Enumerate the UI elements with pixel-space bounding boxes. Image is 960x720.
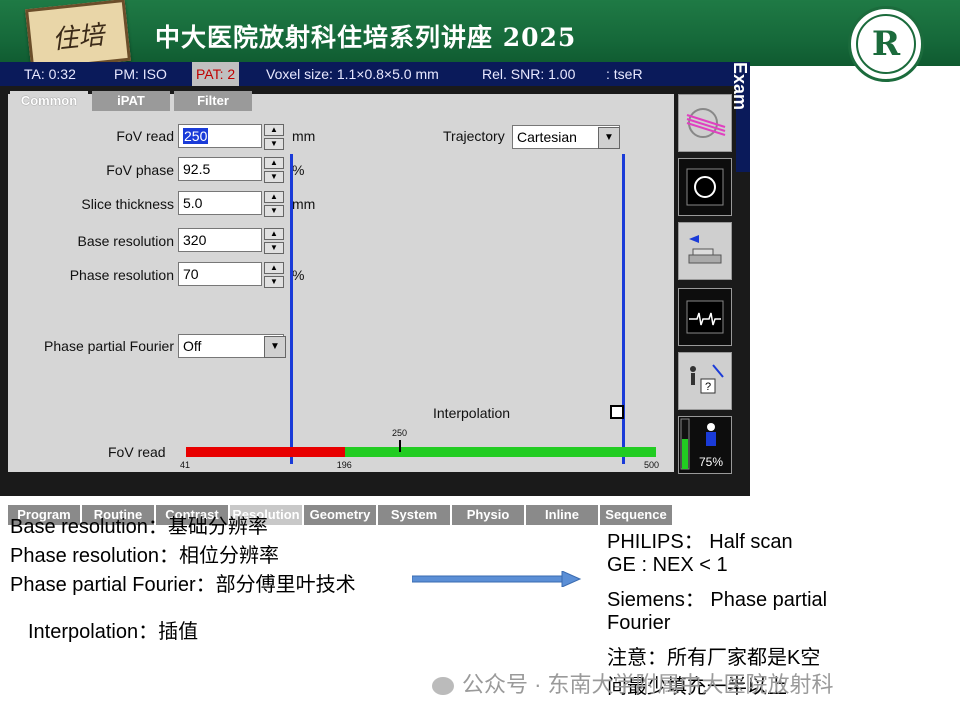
- slider-allowed-range[interactable]: [344, 447, 656, 457]
- base-resolution-label: Base resolution: [77, 233, 174, 249]
- fov-phase-label: FoV phase: [106, 162, 174, 178]
- chevron-down-icon[interactable]: ▼: [598, 127, 620, 149]
- logo-letter: R: [871, 24, 901, 64]
- fov-read-spinner[interactable]: ▲ ▼: [264, 124, 284, 150]
- note-siemens: Siemens： Phase partial: [607, 589, 828, 611]
- base-resolution-spinner[interactable]: ▲ ▼: [264, 228, 284, 254]
- patient-help-icon[interactable]: ?: [678, 352, 732, 410]
- wechat-icon: [432, 677, 454, 696]
- status-snr: Rel. SNR: 1.00: [482, 66, 576, 82]
- head-monitor-icon[interactable]: [678, 158, 732, 216]
- slider-current-value: 250: [392, 428, 408, 438]
- slice-thickness-spinner[interactable]: ▲ ▼: [264, 191, 284, 217]
- base-resolution-input[interactable]: 320: [178, 228, 262, 252]
- tab-inline[interactable]: Inline: [526, 505, 598, 525]
- fov-read-input[interactable]: 250: [178, 124, 262, 148]
- note-phase-resolution: Phase resolution：相位分辨率: [10, 545, 279, 567]
- tab-geometry[interactable]: Geometry: [304, 505, 376, 525]
- note-base-resolution: Base resolution：基础分辨率: [10, 516, 268, 538]
- patient-table-icon[interactable]: [678, 222, 732, 280]
- note-philips: PHILIPS： Half scan: [607, 531, 793, 553]
- note-phase-partial-fourier: Phase partial Fourier：部分傅里叶技术: [10, 574, 356, 596]
- header-banner: 住培 中大医院放射科住培系列讲座 2025: [0, 0, 960, 72]
- slice-thickness-unit: mm: [292, 196, 316, 212]
- trajectory-label: Trajectory: [443, 128, 505, 144]
- tab-system[interactable]: System: [378, 505, 450, 525]
- tab-sequence[interactable]: Sequence: [600, 505, 672, 525]
- slice-thickness-label: Slice thickness: [81, 196, 174, 212]
- exam-strip: Exam: [730, 62, 750, 172]
- note-interpolation: Interpolation：插值: [28, 621, 199, 643]
- status-seq: : tseR: [606, 66, 643, 82]
- patient-status-icon[interactable]: 75%: [678, 416, 732, 474]
- interpolation-label: Interpolation: [433, 405, 511, 421]
- phase-resolution-spinner[interactable]: ▲ ▼: [264, 262, 284, 288]
- arrow-icon: [412, 571, 582, 587]
- slider-current-marker[interactable]: [399, 440, 401, 452]
- status-bar: TA: 0:32 PM: ISO PAT: 2 Voxel size: 1.1×…: [0, 62, 740, 86]
- training-badge: 住培: [25, 0, 131, 72]
- phase-partial-fourier-label: Phase partial Fourier: [44, 338, 174, 354]
- fov-read-label: FoV read: [116, 128, 174, 144]
- scanner-window: TA: 0:32 PM: ISO PAT: 2 Voxel size: 1.1×…: [0, 62, 750, 525]
- phase-resolution-unit: %: [292, 267, 305, 283]
- note-attention: 注意：所有厂家都是K空: [607, 647, 821, 669]
- phase-resolution-label: Phase resolution: [69, 267, 174, 283]
- slider-label: FoV read: [108, 444, 166, 460]
- status-voxel: Voxel size: 1.1×0.8×5.0 mm: [266, 66, 439, 82]
- fov-phase-spinner[interactable]: ▲ ▼: [264, 157, 284, 183]
- slice-thickness-input[interactable]: 5.0: [178, 191, 262, 215]
- slider-limit-value: 196: [336, 460, 352, 470]
- slide-title: 中大医院放射科住培系列讲座 2025: [155, 23, 577, 52]
- fov-read-unit: mm: [292, 128, 316, 144]
- note-fourier: Fourier: [607, 612, 671, 634]
- note-ge: GE : NEX < 1: [607, 554, 728, 576]
- column-divider-left: [290, 154, 293, 464]
- status-pat: PAT: 2: [192, 62, 240, 86]
- watermark: 公众号 · 东南大学附属中大医院放射科: [432, 667, 834, 699]
- svg-text:?: ?: [705, 381, 711, 393]
- tab-physio[interactable]: Physio: [452, 505, 524, 525]
- slider-min-value: 41: [180, 460, 191, 470]
- chevron-down-icon[interactable]: ▼: [264, 336, 286, 358]
- fov-phase-unit: %: [292, 162, 305, 178]
- status-pm: PM: ISO: [114, 66, 167, 82]
- badge-text: 住培: [50, 19, 106, 56]
- tab-common[interactable]: Common: [10, 91, 88, 111]
- interpolation-checkbox[interactable]: [610, 405, 624, 419]
- tab-ipat[interactable]: iPAT: [92, 91, 170, 111]
- tab-filter[interactable]: Filter: [174, 91, 252, 111]
- hospital-logo: R: [848, 6, 924, 82]
- ecg-monitor-icon[interactable]: [678, 288, 732, 346]
- status-ta: TA: 0:32: [24, 66, 76, 82]
- phase-resolution-input[interactable]: 70: [178, 262, 262, 286]
- slider-restricted-range: [186, 447, 345, 457]
- head-localizer-icon[interactable]: [678, 94, 732, 152]
- status-percent: 75%: [699, 455, 724, 469]
- slider-max-value: 500: [644, 460, 660, 470]
- parameter-form: Common iPAT Filter FoV read 250 ▲ ▼ mm Fo…: [8, 91, 674, 525]
- fov-phase-input[interactable]: 92.5: [178, 157, 262, 181]
